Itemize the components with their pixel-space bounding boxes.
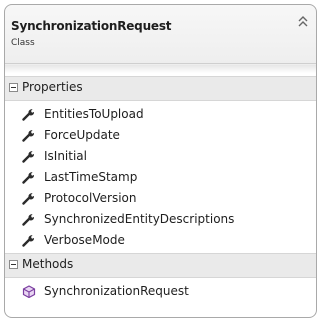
- class-name: SynchronizationRequest: [11, 19, 172, 33]
- wrench-property-icon: [22, 130, 35, 142]
- property-item[interactable]: VerboseMode: [5, 230, 316, 251]
- property-name: EntitiesToUpload: [44, 107, 144, 121]
- property-name: VerboseMode: [44, 233, 125, 247]
- section-label: Properties: [22, 80, 83, 94]
- property-name: ForceUpdate: [44, 128, 120, 142]
- property-item[interactable]: IsInitial: [5, 146, 316, 167]
- property-name: LastTimeStamp: [44, 170, 138, 184]
- property-name: IsInitial: [44, 149, 87, 163]
- collapse-minus-icon[interactable]: [9, 260, 18, 269]
- section-label: Methods: [22, 257, 74, 271]
- property-item[interactable]: LastTimeStamp: [5, 167, 316, 188]
- collapse-minus-icon[interactable]: [9, 83, 18, 92]
- property-item[interactable]: ForceUpdate: [5, 125, 316, 146]
- method-cube-icon: [22, 285, 36, 298]
- property-item[interactable]: ProtocolVersion: [5, 188, 316, 209]
- wrench-property-icon: [22, 172, 35, 184]
- method-name: SynchronizationRequest: [44, 284, 189, 298]
- class-stereotype: Class: [11, 38, 35, 48]
- section-header-methods[interactable]: Methods: [5, 253, 316, 278]
- section-header-properties[interactable]: Properties: [5, 76, 316, 101]
- wrench-property-icon: [22, 109, 35, 121]
- property-item[interactable]: SynchronizedEntityDescriptions: [5, 209, 316, 230]
- property-name: ProtocolVersion: [44, 191, 137, 205]
- wrench-property-icon: [22, 193, 35, 205]
- method-item[interactable]: SynchronizationRequest: [5, 281, 316, 302]
- methods-list: SynchronizationRequest: [5, 278, 316, 304]
- property-name: SynchronizedEntityDescriptions: [44, 212, 235, 226]
- class-header: SynchronizationRequest Class: [5, 5, 316, 64]
- wrench-property-icon: [22, 214, 35, 226]
- wrench-property-icon: [22, 151, 35, 163]
- collapse-chevron-icon[interactable]: [297, 15, 309, 29]
- wrench-property-icon: [22, 235, 35, 247]
- class-body: Properties EntitiesToUpload ForceUpdate: [5, 76, 316, 304]
- properties-list: EntitiesToUpload ForceUpdate IsInitial L…: [5, 101, 316, 253]
- class-box: SynchronizationRequest Class Properties …: [4, 4, 317, 318]
- property-item[interactable]: EntitiesToUpload: [5, 104, 316, 125]
